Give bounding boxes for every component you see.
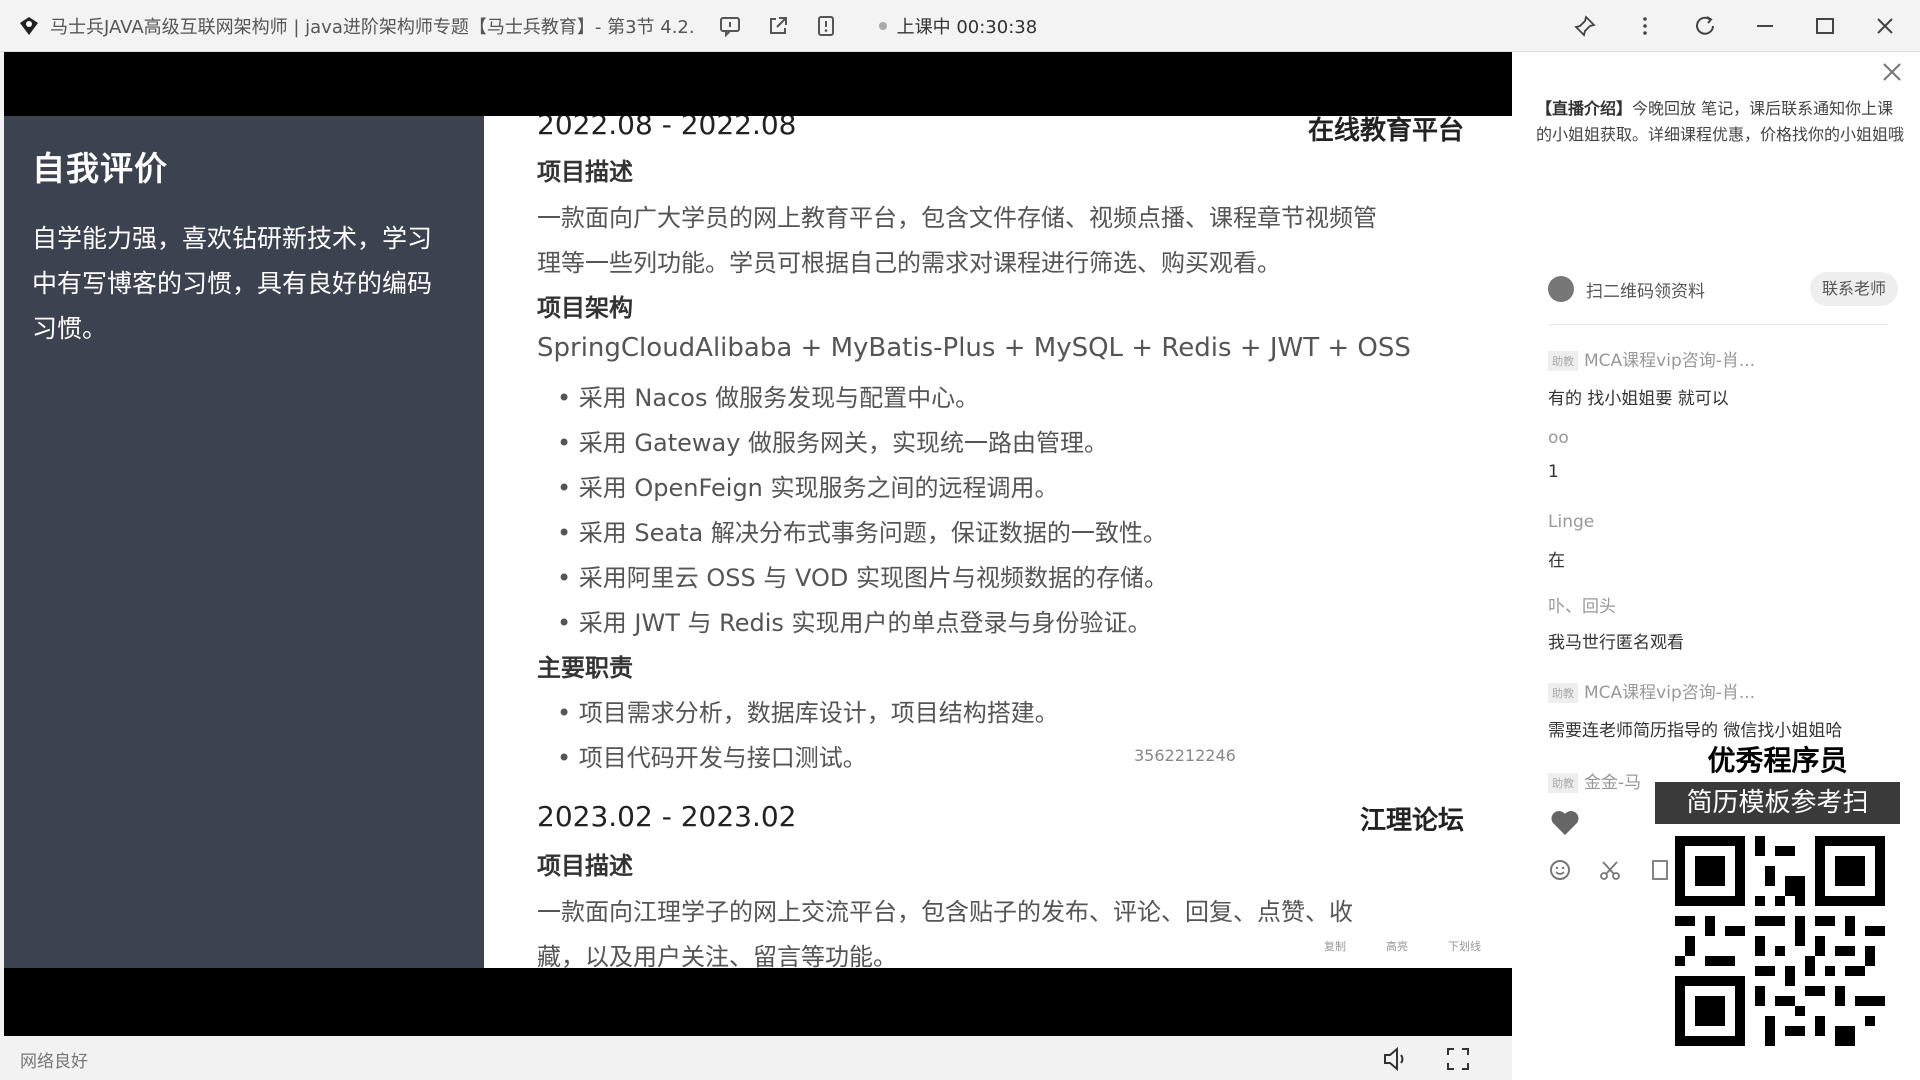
share-icon[interactable] — [765, 13, 791, 39]
project1-desc-head: 项目描述 — [537, 158, 633, 186]
emoji-icon[interactable] — [1548, 858, 1572, 882]
self-eval-text: 自学能力强，喜欢钻研新技术，学习中有写博客的习惯，具有良好的编码习惯。 — [32, 224, 433, 343]
project1-arch-stack: SpringCloudAlibaba + MyBatis-Plus + MySQ… — [537, 333, 1411, 363]
qr-row: 扫二维码领资料 联系老师 — [1548, 272, 1898, 306]
chat-msg-name: 助教 MCA课程vip咨询-肖... — [1548, 678, 1755, 703]
chat-msg-name: Linge — [1548, 512, 1595, 532]
ad-line1: 优秀程序员 — [1655, 740, 1900, 782]
heart-icon[interactable] — [1550, 810, 1580, 836]
chat-msg-name: 助教 金金-马 — [1548, 768, 1641, 793]
maximize-icon[interactable] — [1810, 11, 1840, 41]
window-controls — [1570, 0, 1900, 52]
live-status: 上课中 00:30:38 — [878, 13, 1038, 39]
duty-item: • 项目代码开发与接口测试。 — [557, 744, 867, 772]
assistant-badge: 助教 — [1548, 351, 1578, 371]
ad-line2: 简历模板参考扫 — [1655, 782, 1900, 824]
chat-msg-name: 助教 MCA课程vip咨询-肖... — [1548, 346, 1755, 371]
watermark-number: 3562212246 — [1134, 746, 1236, 765]
report-icon[interactable] — [813, 13, 839, 39]
chat-tools — [1548, 858, 1672, 882]
app-logo-icon — [16, 13, 42, 39]
arch-item: • 采用阿里云 OSS 与 VOD 实现图片与视频数据的存储。 — [557, 564, 1169, 592]
intro-label: 【直播介绍】 — [1536, 99, 1633, 118]
chat-msg-text: 在 — [1548, 551, 1565, 571]
project1-arch-head: 项目架构 — [537, 294, 633, 322]
chat-msg-text: 需要连老师简历指导的 微信找小姐姐哈 — [1548, 721, 1843, 741]
network-status: 网络良好 — [20, 1052, 88, 1072]
chat-msg-name: oo — [1548, 428, 1569, 448]
project1-duty-head: 主要职责 — [537, 654, 633, 682]
arch-item: • 采用 JWT 与 Redis 实现用户的单点登录与身份验证。 — [557, 609, 1152, 637]
close-icon[interactable] — [1870, 11, 1900, 41]
chat-msg-text: 1 — [1548, 462, 1559, 482]
minimize-icon[interactable] — [1750, 11, 1780, 41]
project2-desc-head: 项目描述 — [537, 852, 633, 880]
assistant-badge: 助教 — [1548, 773, 1578, 793]
duty-item: • 项目需求分析，数据库设计，项目结构搭建。 — [557, 699, 1059, 727]
project1-desc-line2: 理等一些列功能。学员可根据自己的需求对课程进行筛选、购买观看。 — [537, 249, 1281, 277]
ad-qr-code[interactable] — [1675, 836, 1885, 1046]
title-bar: 马士兵JAVA高级互联网架构师 | java进阶架构师专题【马士兵教育】- 第3… — [0, 0, 1920, 52]
live-intro: 【直播介绍】今晚回放 笔记，课后联系通知你上课的小姐姐获取。详细课程优惠，价格找… — [1536, 96, 1906, 148]
project2-org: 江理论坛 — [1359, 806, 1464, 836]
resume-left-column: 自我评价 自学能力强，喜欢钻研新技术，学习中有写博客的习惯，具有良好的编码习惯。 — [4, 116, 484, 968]
chat-msg-name: 卟、回头 — [1548, 597, 1616, 617]
arch-item: • 采用 Nacos 做服务发现与配置中心。 — [557, 384, 980, 412]
chat-icon[interactable] — [717, 13, 743, 39]
chat-msg-text: 有的 找小姐姐要 就可以 — [1548, 389, 1729, 409]
assistant-badge: 助教 — [1548, 683, 1578, 703]
more-icon[interactable] — [1630, 11, 1660, 41]
contact-teacher-button[interactable]: 联系老师 — [1809, 272, 1898, 306]
scissors-icon[interactable] — [1598, 858, 1622, 882]
video-player[interactable]: 自我评价 自学能力强，喜欢钻研新技术，学习中有写博客的习惯，具有良好的编码习惯。… — [4, 52, 1512, 1036]
panel-close-icon[interactable] — [1878, 58, 1906, 86]
window-title: 马士兵JAVA高级互联网架构师 | java进阶架构师专题【马士兵教育】- 第3… — [50, 16, 695, 38]
project1-org: 在线教育平台 — [1307, 116, 1464, 146]
arch-item: • 采用 Gateway 做服务网关，实现统一路由管理。 — [557, 429, 1109, 457]
tool-highlight[interactable]: 高亮 — [1386, 938, 1408, 954]
divider — [1548, 324, 1888, 325]
live-dot-icon — [878, 21, 887, 30]
project2-desc-line2: 藏，以及用户关注、留言等功能。 — [537, 943, 897, 968]
project1-desc-line1: 一款面向广大学员的网上教育平台，包含文件存储、视频点播、课程章节视频管 — [537, 204, 1377, 232]
resume-right-column: 2022.08 - 2022.08 在线教育平台 项目描述 一款面向广大学员的网… — [484, 116, 1512, 968]
arch-item: • 采用 OpenFeign 实现服务之间的远程调用。 — [557, 474, 1059, 502]
ad-overlay[interactable]: 优秀程序员 简历模板参考扫 — [1655, 740, 1900, 1070]
live-status-text: 上课中 00:30:38 — [896, 16, 1038, 38]
chat-msg-text: 我马世行匿名观看 — [1548, 633, 1684, 653]
qr-text[interactable]: 扫二维码领资料 — [1586, 277, 1705, 302]
tool-copy[interactable]: 复制 — [1324, 938, 1346, 954]
volume-icon[interactable] — [1380, 1044, 1410, 1074]
pin-icon[interactable] — [1570, 11, 1600, 41]
qr-avatar-icon — [1548, 276, 1574, 302]
project2-desc-line1: 一款面向江理学子的网上交流平台，包含贴子的发布、评论、回复、点赞、收 — [537, 898, 1353, 926]
project2-date: 2023.02 - 2023.02 — [537, 800, 797, 833]
self-eval-title: 自我评价 — [32, 149, 168, 188]
video-control-bar: 网络良好 — [0, 1036, 1512, 1080]
project1-date: 2022.08 - 2022.08 — [537, 116, 797, 141]
tool-underline[interactable]: 下划线 — [1448, 938, 1481, 954]
refresh-icon[interactable] — [1690, 11, 1720, 41]
fullscreen-icon[interactable] — [1443, 1044, 1473, 1074]
resume-slide: 自我评价 自学能力强，喜欢钻研新技术，学习中有写博客的习惯，具有良好的编码习惯。… — [4, 116, 1512, 968]
arch-item: • 采用 Seata 解决分布式事务问题，保证数据的一致性。 — [557, 519, 1167, 547]
